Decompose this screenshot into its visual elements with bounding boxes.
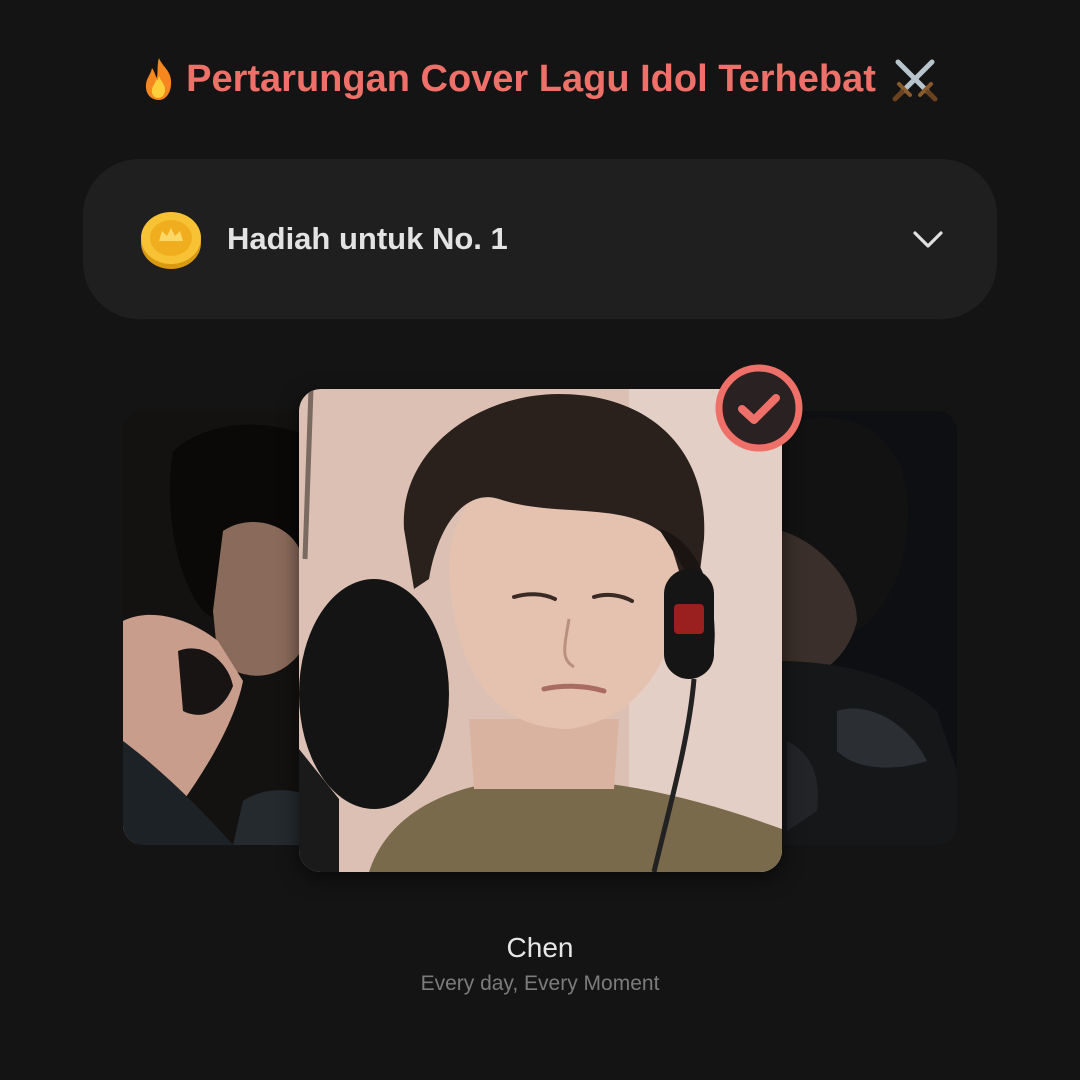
gold-coin-icon bbox=[141, 212, 201, 269]
page-title: Pertarungan Cover Lagu Idol Terhebat bbox=[0, 52, 1080, 106]
artist-name: Chen bbox=[506, 932, 574, 963]
check-circle-icon bbox=[715, 364, 803, 452]
crossed-swords-icon bbox=[884, 54, 940, 104]
singer-photo-center bbox=[299, 389, 782, 872]
chevron-down-icon[interactable] bbox=[911, 222, 945, 256]
cover-carousel[interactable] bbox=[0, 360, 1080, 880]
song-title: Every day, Every Moment bbox=[420, 972, 660, 995]
title-text: Pertarungan Cover Lagu Idol Terhebat bbox=[186, 58, 876, 100]
page: Pertarungan Cover Lagu Idol Terhebat Had… bbox=[0, 0, 1080, 1080]
prize-label: Hadiah untuk No. 1 bbox=[227, 221, 508, 256]
carousel-card-selected[interactable] bbox=[299, 389, 782, 872]
prize-dropdown[interactable]: Hadiah untuk No. 1 bbox=[83, 159, 997, 319]
fire-icon bbox=[140, 56, 178, 102]
